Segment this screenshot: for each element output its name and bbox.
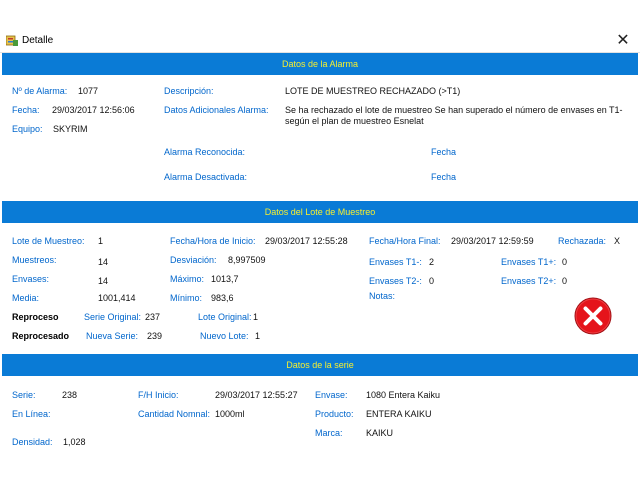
recognized-date-label: Fecha — [431, 147, 457, 157]
container-value: 1080 Entera Kaiku — [366, 390, 441, 400]
t1-plus-value: 0 — [562, 257, 568, 267]
alarm-date-label: Fecha: — [12, 105, 40, 115]
samples-value: 14 — [98, 257, 109, 267]
app-icon — [6, 35, 18, 46]
deviation-value: 8,997509 — [228, 255, 266, 265]
notes-label: Notas: — [369, 291, 396, 301]
new-series-label: Nueva Serie: — [86, 331, 139, 341]
alarm-disabled-label: Alarma Desactivada: — [164, 172, 248, 182]
containers-value: 14 — [98, 276, 109, 286]
nominal-quantity-value: 1000ml — [215, 409, 245, 419]
lot-label: Lote de Muestreo: — [12, 236, 85, 246]
new-lot-label: Nuevo Lote: — [200, 331, 249, 341]
reprocessed-label: Reprocesado — [12, 331, 70, 341]
t2-minus-label: Envases T2-: — [369, 276, 422, 286]
disabled-date-label: Fecha — [431, 172, 457, 182]
product-label: Producto: — [315, 409, 354, 419]
t1-plus-label: Envases T1+: — [501, 257, 557, 267]
containers-label: Envases: — [12, 274, 50, 284]
original-lot-value: 1 — [253, 312, 259, 322]
error-icon — [574, 297, 612, 335]
t2-plus-label: Envases T2+: — [501, 276, 557, 286]
rejected-label: Rechazada: — [558, 236, 607, 246]
close-icon[interactable]: ✕ — [614, 32, 632, 50]
additional-data-label: Datos Adicionales Alarma: — [164, 105, 269, 115]
original-series-value: 237 — [145, 312, 161, 322]
reprocess-label: Reproceso — [12, 312, 59, 322]
product-value: ENTERA KAIKU — [366, 409, 432, 419]
new-lot-value: 1 — [255, 331, 261, 341]
alarm-recognized-label: Alarma Reconocida: — [164, 147, 246, 157]
start-datetime-label: Fecha/Hora de Inicio: — [170, 236, 256, 246]
series-label: Serie: — [12, 390, 36, 400]
minimum-value: 983,6 — [211, 293, 234, 303]
maximum-value: 1013,7 — [211, 274, 239, 284]
t1-minus-value: 2 — [429, 257, 435, 267]
alarm-number-value: 1077 — [78, 86, 99, 96]
nominal-quantity-label: Cantidad Nomnal: — [138, 409, 211, 419]
original-lot-label: Lote Original: — [198, 312, 252, 322]
density-label: Densidad: — [12, 437, 53, 447]
mean-label: Media: — [12, 293, 40, 303]
series-value: 238 — [62, 390, 78, 400]
original-series-label: Serie Original: — [84, 312, 142, 322]
additional-data-value: Se ha rechazado el lote de muestreo Se h… — [285, 105, 623, 126]
series-section-header: Datos de la serie — [2, 354, 638, 376]
mean-value: 1001,414 — [98, 293, 136, 303]
t2-minus-value: 0 — [429, 276, 435, 286]
samples-label: Muestreos: — [12, 255, 57, 265]
t1-minus-label: Envases T1-: — [369, 257, 422, 267]
detail-content: Datos de la Alarma Nº de Alarma: 1077 Fe… — [0, 53, 640, 450]
deviation-label: Desviación: — [170, 255, 217, 265]
start-time-value: 29/03/2017 12:55:27 — [215, 390, 298, 400]
lot-section-header: Datos del Lote de Muestreo — [2, 201, 638, 223]
t2-plus-value: 0 — [562, 276, 568, 286]
bottom-area — [0, 450, 640, 480]
lot-value: 1 — [98, 236, 104, 246]
alarm-section-header: Datos de la Alarma — [2, 53, 638, 75]
end-datetime-label: Fecha/Hora Final: — [369, 236, 441, 246]
maximum-label: Máximo: — [170, 274, 205, 284]
description-label: Descripción: — [164, 86, 214, 96]
description-value: LOTE DE MUESTREO RECHAZADO (>T1) — [285, 86, 461, 96]
minimum-label: Mínimo: — [170, 293, 203, 303]
container-label: Envase: — [315, 390, 348, 400]
alarm-number-label: Nº de Alarma: — [12, 86, 68, 96]
detail-window: Detalle ✕ Datos de la Alarma Nº de Alarm… — [0, 0, 640, 480]
online-label: En Línea: — [12, 409, 51, 419]
equipment-label: Equipo: — [12, 124, 43, 134]
rejected-value: X — [614, 236, 621, 246]
density-value: 1,028 — [63, 437, 86, 447]
start-datetime-value: 29/03/2017 12:55:28 — [265, 236, 348, 246]
start-time-label: F/H Inicio: — [138, 390, 179, 400]
equipment-value: SKYRIM — [53, 124, 88, 134]
new-series-value: 239 — [147, 331, 163, 341]
alarm-date-value: 29/03/2017 12:56:06 — [52, 105, 135, 115]
window-title: Detalle — [22, 35, 54, 46]
brand-label: Marca: — [315, 428, 343, 438]
end-datetime-value: 29/03/2017 12:59:59 — [451, 236, 534, 246]
title-bar: Detalle ✕ — [0, 30, 640, 53]
brand-value: KAIKU — [366, 428, 394, 438]
